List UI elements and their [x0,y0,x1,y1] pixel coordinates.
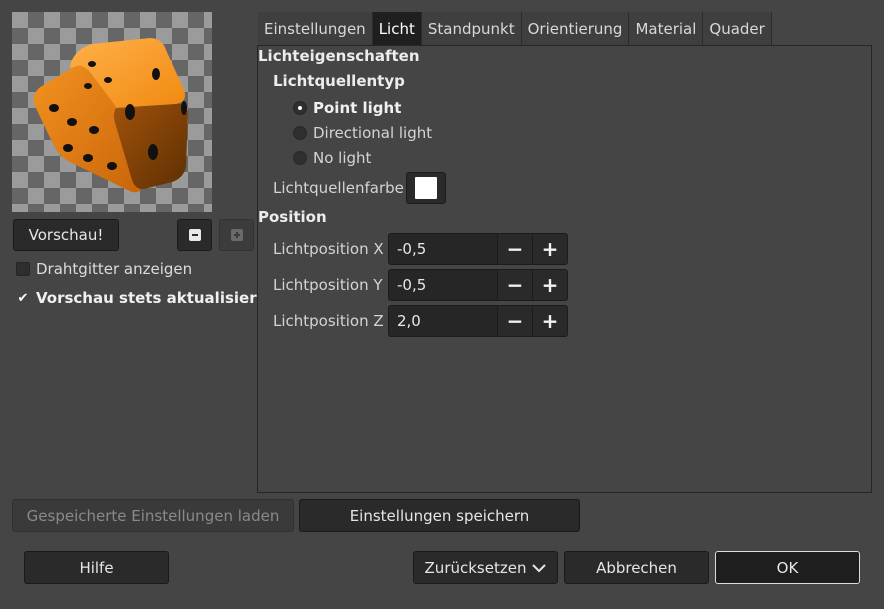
dice-preview-image [33,38,188,193]
chevron-down-icon [532,563,547,572]
light-position-x-label: Lichtposition X [273,240,384,258]
save-settings-button[interactable]: Einstellungen speichern [299,499,580,532]
minus-icon: − [506,237,524,261]
position-title: Position [258,208,327,226]
auto-update-checkbox[interactable]: ✔ [16,291,30,305]
tab-standpunkt[interactable]: Standpunkt [421,12,522,46]
radio-point-light[interactable]: Point light [293,99,401,117]
tab-orientierung[interactable]: Orientierung [521,12,630,46]
radio-no-light[interactable]: No light [293,149,371,167]
light-position-z-label: Lichtposition Z [273,312,384,330]
wireframe-checkbox[interactable] [16,262,30,276]
light-properties-title: Lichteigenschaften [258,47,420,65]
light-position-x-increment[interactable]: + [532,234,567,264]
plus-icon: + [541,237,559,261]
checkmark-icon: ✔ [17,290,29,306]
tab-licht[interactable]: Licht [372,12,422,46]
minus-box-icon [188,229,201,241]
preview-canvas [12,12,212,212]
radio-no-light-indicator[interactable] [293,151,307,165]
tab-einstellungen[interactable]: Einstellungen [258,12,373,46]
light-color-button[interactable] [406,172,446,204]
radio-directional-light-indicator[interactable] [293,126,307,140]
minus-icon: − [506,309,524,333]
plus-icon: + [541,309,559,333]
light-color-label: Lichtquellenfarbe [273,179,404,197]
auto-update-label: Vorschau stets aktualisieren [36,289,278,307]
radio-point-light-label: Point light [313,99,402,117]
light-source-type-title: Lichtquellentyp [273,72,405,90]
zoom-in-button[interactable] [219,219,254,251]
ok-button[interactable]: OK [715,551,860,584]
radio-no-light-label: No light [313,149,372,167]
preview-button[interactable]: Vorschau! [13,219,119,251]
radio-directional-light-label: Directional light [313,124,433,142]
auto-update-checkbox-row[interactable]: ✔ Vorschau stets aktualisieren [16,289,278,307]
minus-icon: − [506,273,524,297]
light-position-x-spinner: -0,5 − + [388,233,568,265]
wireframe-label: Drahtgitter anzeigen [36,260,193,278]
reset-button[interactable]: Zurücksetzen [413,551,558,584]
zoom-out-button[interactable] [177,219,212,251]
light-position-y-input[interactable]: -0,5 [389,270,497,300]
wireframe-checkbox-row[interactable]: Drahtgitter anzeigen [16,260,192,278]
light-color-swatch [415,177,437,199]
radio-directional-light[interactable]: Directional light [293,124,432,142]
notebook-tabs: Einstellungen Licht Standpunkt Orientier… [258,12,772,46]
plus-box-icon [230,229,243,241]
light-position-z-spinner: 2,0 − + [388,305,568,337]
cancel-button[interactable]: Abbrechen [564,551,709,584]
tab-material[interactable]: Material [629,12,704,46]
light-position-z-increment[interactable]: + [532,306,567,336]
light-position-y-decrement[interactable]: − [497,270,532,300]
light-position-x-decrement[interactable]: − [497,234,532,264]
help-button[interactable]: Hilfe [24,551,169,584]
plus-icon: + [541,273,559,297]
reset-button-label: Zurücksetzen [424,558,527,577]
light-position-y-label: Lichtposition Y [273,276,383,294]
load-settings-button[interactable]: Gespeicherte Einstellungen laden [12,499,294,532]
tab-quader[interactable]: Quader [703,12,772,46]
light-position-z-decrement[interactable]: − [497,306,532,336]
light-position-y-spinner: -0,5 − + [388,269,568,301]
light-position-z-input[interactable]: 2,0 [389,306,497,336]
light-position-x-input[interactable]: -0,5 [389,234,497,264]
radio-point-light-indicator[interactable] [293,101,307,115]
light-position-y-increment[interactable]: + [532,270,567,300]
